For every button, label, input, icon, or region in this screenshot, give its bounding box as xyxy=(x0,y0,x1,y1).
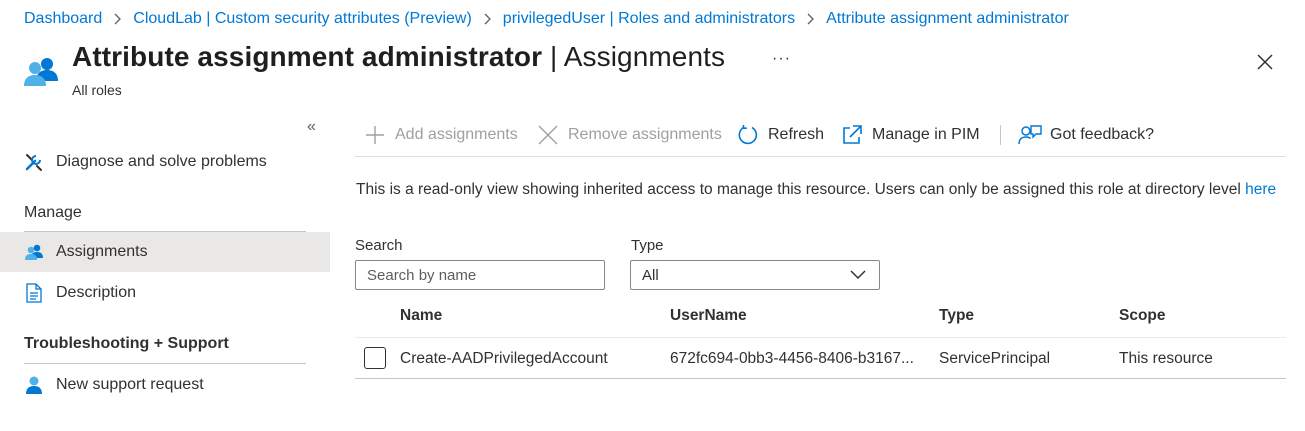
read-only-info-message: This is a read-only view showing inherit… xyxy=(356,179,1281,201)
column-header-username[interactable]: UserName xyxy=(670,307,747,325)
sidebar-item-support-request[interactable]: New support request xyxy=(0,365,330,405)
cell-scope: This resource xyxy=(1119,350,1213,367)
breadcrumb: Dashboard CloudLab | Custom security att… xyxy=(24,9,1069,29)
refresh-icon xyxy=(736,123,760,147)
refresh-label: Refresh xyxy=(768,126,825,143)
collapse-sidebar-button[interactable]: « xyxy=(307,118,316,136)
chevron-right-icon xyxy=(806,13,815,25)
users-icon xyxy=(24,242,44,262)
breadcrumb-privileged-user[interactable]: privilegedUser | Roles and administrator… xyxy=(503,10,795,28)
type-dropdown-value: All xyxy=(642,266,659,284)
cell-name: Create-AADPrivilegedAccount xyxy=(400,350,608,367)
column-header-scope[interactable]: Scope xyxy=(1119,307,1166,325)
cell-username: 672fc694-0bb3-4456-8406-b3167... xyxy=(670,350,914,367)
more-options-button[interactable]: ··· xyxy=(772,50,791,68)
add-assignments-label: Add assignments xyxy=(395,126,518,143)
document-icon xyxy=(24,283,44,303)
column-header-name[interactable]: Name xyxy=(400,307,442,325)
page-title-role: Attribute assignment administrator xyxy=(72,41,543,72)
chevron-right-icon xyxy=(483,13,492,25)
sidebar-item-assignments[interactable]: Assignments xyxy=(0,232,330,272)
directory-level-link[interactable]: here xyxy=(1245,181,1276,198)
search-input[interactable] xyxy=(355,260,605,290)
sidebar-item-description[interactable]: Description xyxy=(0,273,330,313)
breadcrumb-dashboard[interactable]: Dashboard xyxy=(24,10,102,28)
refresh-button[interactable]: Refresh xyxy=(736,123,824,147)
sidebar-item-label: Description xyxy=(56,284,137,301)
page-title: Attribute assignment administrator | Ass… xyxy=(72,41,725,73)
search-label: Search xyxy=(355,237,403,254)
cell-type: ServicePrincipal xyxy=(939,350,1051,367)
command-bar: Add assignments Remove assignments Refre… xyxy=(355,120,1286,157)
row-checkbox[interactable] xyxy=(364,347,386,369)
support-person-icon xyxy=(24,375,44,395)
external-link-icon xyxy=(840,123,864,147)
users-role-icon xyxy=(23,55,61,89)
wrench-icon xyxy=(24,152,44,172)
feedback-icon xyxy=(1018,123,1042,147)
feedback-button[interactable]: Got feedback? xyxy=(1018,123,1154,147)
sidebar-item-diagnose[interactable]: Diagnose and solve problems xyxy=(0,142,330,182)
chevron-down-icon xyxy=(850,268,866,282)
sidebar-section-manage: Manage xyxy=(24,204,82,221)
breadcrumb-role[interactable]: Attribute assignment administrator xyxy=(826,10,1069,28)
manage-in-pim-label: Manage in PIM xyxy=(872,126,980,143)
add-assignments-button[interactable]: Add assignments xyxy=(363,123,518,147)
plus-icon xyxy=(363,123,387,147)
breadcrumb-cloudlab[interactable]: CloudLab | Custom security attributes (P… xyxy=(133,10,472,28)
manage-in-pim-button[interactable]: Manage in PIM xyxy=(840,123,980,147)
close-icon xyxy=(536,123,560,147)
remove-assignments-button[interactable]: Remove assignments xyxy=(536,123,722,147)
divider xyxy=(24,363,306,364)
column-header-type[interactable]: Type xyxy=(939,307,974,325)
toolbar-divider xyxy=(1000,125,1001,145)
page-subtitle: All roles xyxy=(72,82,122,98)
sidebar-item-label: New support request xyxy=(56,376,204,393)
info-text: This is a read-only view showing inherit… xyxy=(356,181,1246,198)
table-row[interactable]: Create-AADPrivilegedAccount 672fc694-0bb… xyxy=(355,338,1286,379)
page-title-section: | Assignments xyxy=(542,41,726,72)
sidebar-section-troubleshooting: Troubleshooting + Support xyxy=(24,335,229,352)
close-icon[interactable] xyxy=(1256,53,1274,71)
chevron-right-icon xyxy=(113,13,122,25)
feedback-label: Got feedback? xyxy=(1050,126,1155,143)
type-label: Type xyxy=(631,237,664,254)
sidebar-item-label: Assignments xyxy=(56,243,148,260)
type-dropdown[interactable]: All xyxy=(630,260,880,290)
sidebar-item-label: Diagnose and solve problems xyxy=(56,153,267,170)
remove-assignments-label: Remove assignments xyxy=(568,126,722,143)
